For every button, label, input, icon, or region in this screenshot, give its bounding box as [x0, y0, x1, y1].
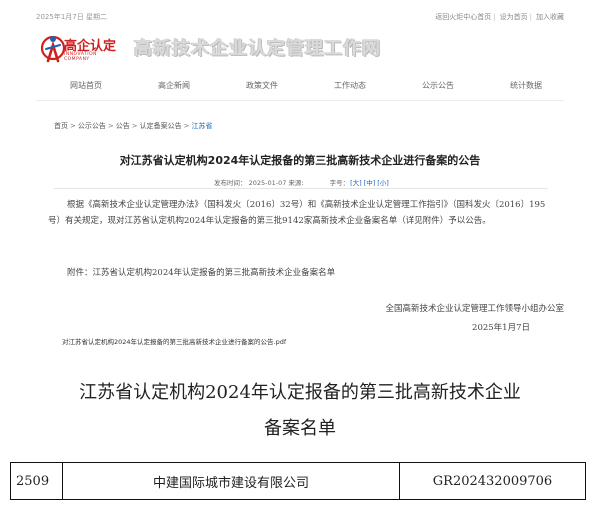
font-size-label: 字号： — [329, 179, 350, 187]
nav-item-announcements[interactable]: 公示公告 — [422, 80, 454, 91]
nav-item-policy[interactable]: 政策文件 — [246, 80, 278, 91]
certificate-number: GR202432009706 — [399, 462, 586, 500]
document-title-line1: 江苏省认定机构2024年认定报备的第三批高新技术企业 — [79, 382, 521, 403]
logo-figure-icon — [40, 35, 66, 63]
font-size-medium-button[interactable]: [中] — [364, 179, 376, 187]
signature-org: 全国高新技术企业认定管理工作领导小组办公室 — [385, 304, 564, 314]
current-date: 2025年1月7日 星期二 — [36, 13, 107, 21]
pdf-attachment-link[interactable]: 对江苏省认定机构2024年认定报备的第三批高新技术企业进行备案的公告.pdf — [62, 336, 286, 346]
article-body: 根据《高新技术企业认定管理办法》（国科发火〔2016〕32号）和《高新技术企业认… — [48, 200, 546, 226]
top-links: 返回火炬中心首页 | 设为首页 | 加入收藏 — [435, 13, 564, 21]
nav-item-home[interactable]: 网站首页 — [70, 80, 102, 91]
add-favorite-link[interactable]: 加入收藏 — [536, 13, 564, 21]
document-title-line2: 备案名单 — [264, 418, 336, 439]
site-header: 高企认定 INNOVATION COMPANY 高新技术企业认定管理工作网 — [0, 28, 600, 70]
signature-date: 2025年1月7日 — [472, 323, 530, 333]
site-logo[interactable]: 高企认定 INNOVATION COMPANY — [40, 31, 124, 65]
nav-item-work[interactable]: 工作动态 — [334, 80, 366, 91]
breadcrumb-announcements[interactable]: 公示公告 — [78, 122, 106, 130]
nav-divider — [36, 100, 564, 101]
publish-date: 发布时间： 2025-01-07 来源: — [214, 179, 304, 187]
table-row: 2509 中建国际城市建设有限公司 GR202432009706 — [10, 462, 586, 500]
main-nav: 网站首页 高企新闻 政策文件 工作动态 公示公告 统计数据 — [0, 72, 600, 98]
nav-item-statistics[interactable]: 统计数据 — [510, 80, 542, 91]
breadcrumb-notice[interactable]: 公告 — [116, 122, 130, 130]
attachment-note: 附件：江苏省认定机构2024年认定报备的第三批高新技术企业备案名单 — [67, 268, 336, 278]
breadcrumb-filing-notice[interactable]: 认定备案公告 — [140, 122, 182, 130]
breadcrumb-home[interactable]: 首页 — [54, 122, 68, 130]
breadcrumb: 首页 > 公示公告 > 公告 > 认定备案公告 > 江苏省 — [54, 122, 213, 130]
row-number: 2509 — [10, 462, 63, 500]
font-size-large-button[interactable]: [大] — [350, 179, 362, 187]
top-bar: 2025年1月7日 星期二 返回火炬中心首页 | 设为首页 | 加入收藏 — [0, 0, 600, 28]
filing-list-table: 2509 中建国际城市建设有限公司 GR202432009706 — [10, 462, 586, 500]
back-home-link[interactable]: 返回火炬中心首页 — [435, 13, 491, 21]
article-meta: 发布时间： 2025-01-07 来源: 字号：[大] [中] [小] — [214, 177, 390, 187]
company-name: 中建国际城市建设有限公司 — [62, 462, 400, 500]
site-title: 高新技术企业认定管理工作网 — [134, 38, 381, 59]
nav-item-news[interactable]: 高企新闻 — [158, 80, 190, 91]
meta-divider — [54, 188, 548, 189]
breadcrumb-current[interactable]: 江苏省 — [192, 122, 213, 130]
article-title: 对江苏省认定机构2024年认定报备的第三批高新技术企业进行备案的公告 — [119, 154, 481, 167]
set-homepage-link[interactable]: 设为首页 — [500, 13, 528, 21]
logo-subtext: INNOVATION COMPANY — [64, 52, 98, 62]
font-size-small-button[interactable]: [小] — [377, 179, 389, 187]
